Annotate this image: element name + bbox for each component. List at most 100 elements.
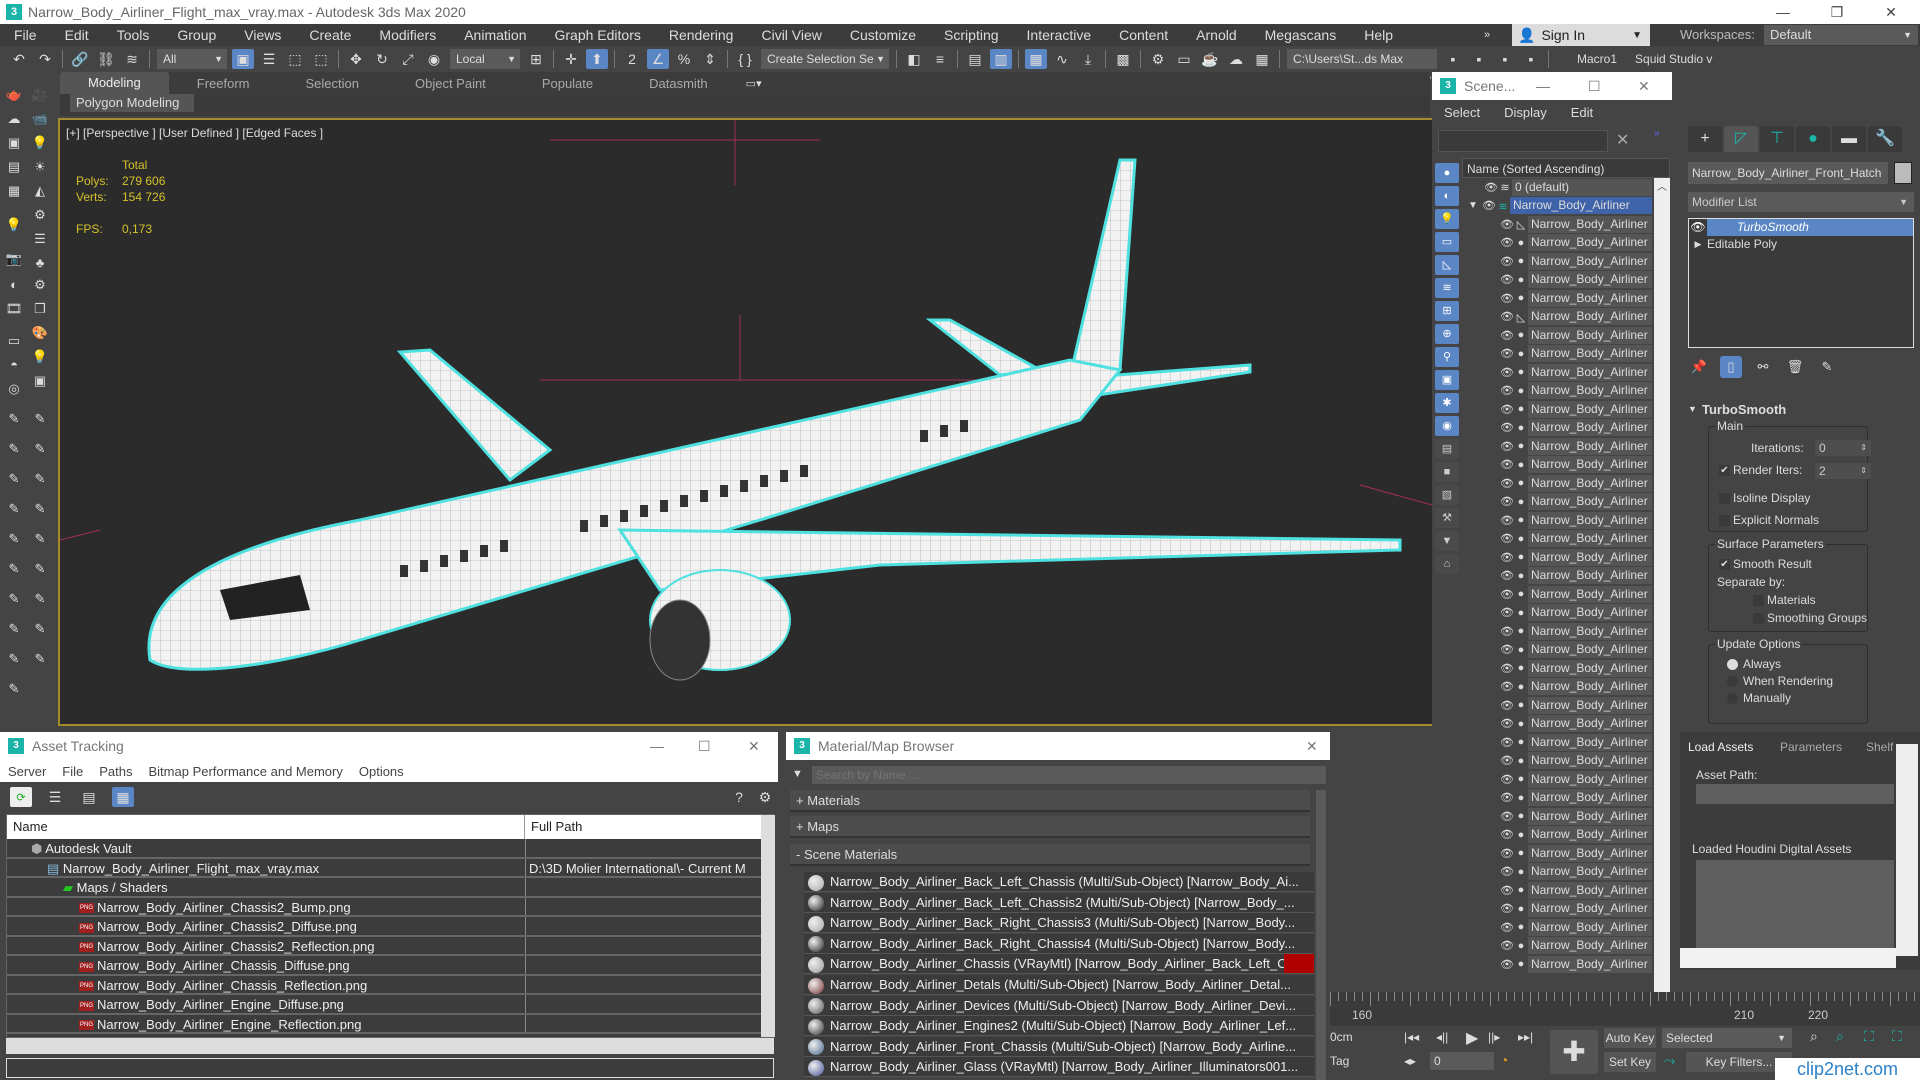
material-row[interactable]: Narrow_Body_Airliner_Back_Left_Chassis (… xyxy=(804,872,1314,892)
tool-icon[interactable]: ✎ xyxy=(4,560,24,578)
asset-row[interactable]: PNG Narrow_Body_Airliner_Chassis_Reflecti… xyxy=(7,975,762,995)
scene-object-row[interactable]: 👁 ● Narrow_Body_Airliner xyxy=(1462,659,1652,678)
visibility-eye-icon[interactable]: 👁 xyxy=(1500,662,1514,675)
loaded-assets-list[interactable] xyxy=(1696,860,1894,950)
asset-row[interactable]: PNG Narrow_Body_Airliner_Chassis2_Bump.pn… xyxy=(7,897,762,917)
scene-object-row[interactable]: 👁 ● Narrow_Body_Airliner xyxy=(1462,826,1652,845)
filter-particles-icon[interactable]: ✱ xyxy=(1435,393,1459,413)
material-row[interactable]: Narrow_Body_Airliner_Devices (Multi/Sub-… xyxy=(804,995,1314,1016)
asset-path-input[interactable] xyxy=(1696,784,1894,804)
menu-arnold[interactable]: Arnold xyxy=(1182,27,1250,43)
filter-geometry-icon[interactable]: ● xyxy=(1435,163,1459,183)
menu-edit[interactable]: Edit xyxy=(1559,105,1605,120)
time-configuration-icon[interactable]: ◔ xyxy=(1500,1052,1508,1068)
close-button[interactable]: ✕ xyxy=(748,738,760,755)
menu-views[interactable]: Views xyxy=(230,27,295,43)
render-iters-spinner[interactable]: 2 ⇕ xyxy=(1815,463,1871,479)
object-name-field[interactable]: Narrow_Body_Airliner_Front_Hatch xyxy=(1688,162,1888,184)
project-structure-icon[interactable]: ▪ xyxy=(1520,49,1542,69)
tab-motion[interactable]: ● xyxy=(1796,126,1830,152)
sun-icon[interactable]: ☀ xyxy=(30,158,50,176)
scene-object-row[interactable]: 👁 ● Narrow_Body_Airliner xyxy=(1462,345,1652,364)
tool-icon[interactable]: ✎ xyxy=(30,410,50,428)
visibility-eye-icon[interactable]: 👁 xyxy=(1500,902,1514,915)
asset-row[interactable]: PNG Narrow_Body_Airliner_Engine_Diffuse.p… xyxy=(7,995,762,1015)
tab-display[interactable]: ▬ xyxy=(1832,126,1866,152)
tool-icon[interactable]: ✎ xyxy=(4,410,24,428)
asset-row[interactable]: PNG Narrow_Body_Airliner_Chassis_Diffuse.… xyxy=(7,956,762,976)
scene-object-row[interactable]: 👁 ● Narrow_Body_Airliner xyxy=(1462,548,1652,567)
smooth-result-checkbox[interactable]: ✔ xyxy=(1719,559,1730,570)
scene-object-row[interactable]: 👁 ◺ Narrow_Body_Airliner xyxy=(1462,308,1652,327)
film-icon[interactable]: 🎞 xyxy=(4,300,24,318)
visibility-eye-icon[interactable]: 👁 xyxy=(1500,403,1514,416)
filter-invert-icon[interactable]: ▧ xyxy=(1435,485,1459,505)
scene-object-row[interactable]: 👁 ● Narrow_Body_Airliner xyxy=(1462,474,1652,493)
scene-search-input[interactable] xyxy=(1438,130,1608,152)
visibility-eye-icon[interactable]: 👁 xyxy=(1500,847,1514,860)
menu-help[interactable]: Help xyxy=(1350,27,1407,43)
visibility-eye-icon[interactable]: 👁 xyxy=(1500,754,1514,767)
spinner-snap-icon[interactable]: ⇕ xyxy=(699,49,721,69)
placement-icon[interactable]: ◉ xyxy=(423,49,445,69)
visibility-eye-icon[interactable]: 👁 xyxy=(1500,532,1514,545)
visibility-eye-icon[interactable]: 👁 xyxy=(1500,736,1514,749)
menu-graph-editors[interactable]: Graph Editors xyxy=(540,27,654,43)
zoom-all-icon[interactable]: ⌕ xyxy=(1836,1028,1844,1045)
make-unique-icon[interactable]: ⚯ xyxy=(1752,356,1774,378)
visibility-eye-icon[interactable]: 👁 xyxy=(1500,606,1514,619)
tool-icon[interactable]: ✎ xyxy=(4,530,24,548)
layers-icon[interactable]: ☰ xyxy=(30,230,50,248)
explicit-normals-checkbox[interactable] xyxy=(1719,515,1730,526)
scale-icon[interactable]: ⤢ xyxy=(397,49,419,69)
tab-modify[interactable]: ◸ xyxy=(1724,126,1758,152)
sail-icon[interactable]: ◭ xyxy=(30,182,50,200)
filter-shapes-icon[interactable]: ◐ xyxy=(1435,186,1459,206)
tab-parameters[interactable]: Parameters xyxy=(1780,740,1842,754)
isoline-display-checkbox[interactable] xyxy=(1719,493,1730,504)
curve-editor-icon[interactable]: ∿ xyxy=(1051,49,1073,69)
rotate-icon[interactable]: ↻ xyxy=(371,49,393,69)
tool-icon[interactable]: ✎ xyxy=(30,620,50,638)
category-scene-materials[interactable]: - Scene Materials xyxy=(790,844,1310,866)
iterations-spinner[interactable]: 0 ⇕ xyxy=(1815,440,1871,456)
visibility-eye-icon[interactable]: 👁 xyxy=(1500,939,1514,952)
unlink-icon[interactable]: ⛓ xyxy=(95,49,117,69)
column-header-name[interactable]: Name (Sorted Ascending) xyxy=(1462,158,1670,178)
visibility-eye-icon[interactable]: 👁 xyxy=(1500,514,1514,527)
render-cloud-icon[interactable]: ☁ xyxy=(1225,49,1247,69)
scene-object-row[interactable]: 👁 ● Narrow_Body_Airliner xyxy=(1462,382,1652,401)
material-row[interactable]: Narrow_Body_Airliner_Detals (Multi/Sub-O… xyxy=(804,975,1314,995)
menu-paths[interactable]: Paths xyxy=(91,764,140,779)
ribbon-options-icon[interactable]: ▭▾ xyxy=(746,77,762,90)
align-icon[interactable]: ≡ xyxy=(929,49,951,69)
menu-scripting[interactable]: Scripting xyxy=(930,27,1012,43)
scene-object-row[interactable]: 👁 ● Narrow_Body_Airliner xyxy=(1462,271,1652,290)
render-grid-icon[interactable]: ▦ xyxy=(1251,49,1273,69)
menu-megascans[interactable]: Megascans xyxy=(1251,27,1351,43)
scene-object-row[interactable]: 👁 ● Narrow_Body_Airliner xyxy=(1462,844,1652,863)
copy-icon[interactable]: ❐ xyxy=(30,300,50,318)
layer-explorer-toggle-icon[interactable]: ▥ xyxy=(990,49,1012,69)
scene-object-row[interactable]: 👁 ● Narrow_Body_Airliner xyxy=(1462,881,1652,900)
filter-hidden-icon[interactable]: ◉ xyxy=(1435,416,1459,436)
scene-object-row[interactable]: 👁 ● Narrow_Body_Airliner xyxy=(1462,770,1652,789)
visibility-eye-icon[interactable]: 👁 xyxy=(1484,181,1498,194)
zoom-extents-icon[interactable]: ⛶ xyxy=(1864,1028,1874,1045)
set-keys-button[interactable]: ✚ xyxy=(1550,1030,1598,1074)
bind-space-warp-icon[interactable]: ≋ xyxy=(121,49,143,69)
collapse-arrow-icon[interactable]: ▼ xyxy=(1468,200,1482,211)
update-always-radio[interactable] xyxy=(1727,659,1738,670)
render-setup-icon[interactable]: ⚙ xyxy=(1147,49,1169,69)
scene-object-row[interactable]: 👁 ● Narrow_Body_Airliner xyxy=(1462,641,1652,660)
move-icon[interactable]: ✥ xyxy=(345,49,367,69)
tab-object-paint[interactable]: Object Paint xyxy=(387,76,514,91)
auto-key-button[interactable]: Auto Key xyxy=(1604,1028,1656,1048)
add-time-tag-label[interactable]: Tag xyxy=(1330,1054,1349,1068)
menu-create[interactable]: Create xyxy=(295,27,365,43)
stack-item-editable-poly[interactable]: ▶ Editable Poly xyxy=(1689,236,1913,253)
rollout-title[interactable]: TurboSmooth xyxy=(1702,402,1786,417)
collapse-arrow-icon[interactable]: ▼ xyxy=(1688,404,1697,414)
monitor-icon[interactable]: ▣ xyxy=(30,372,50,390)
menu-server[interactable]: Server xyxy=(0,764,54,779)
